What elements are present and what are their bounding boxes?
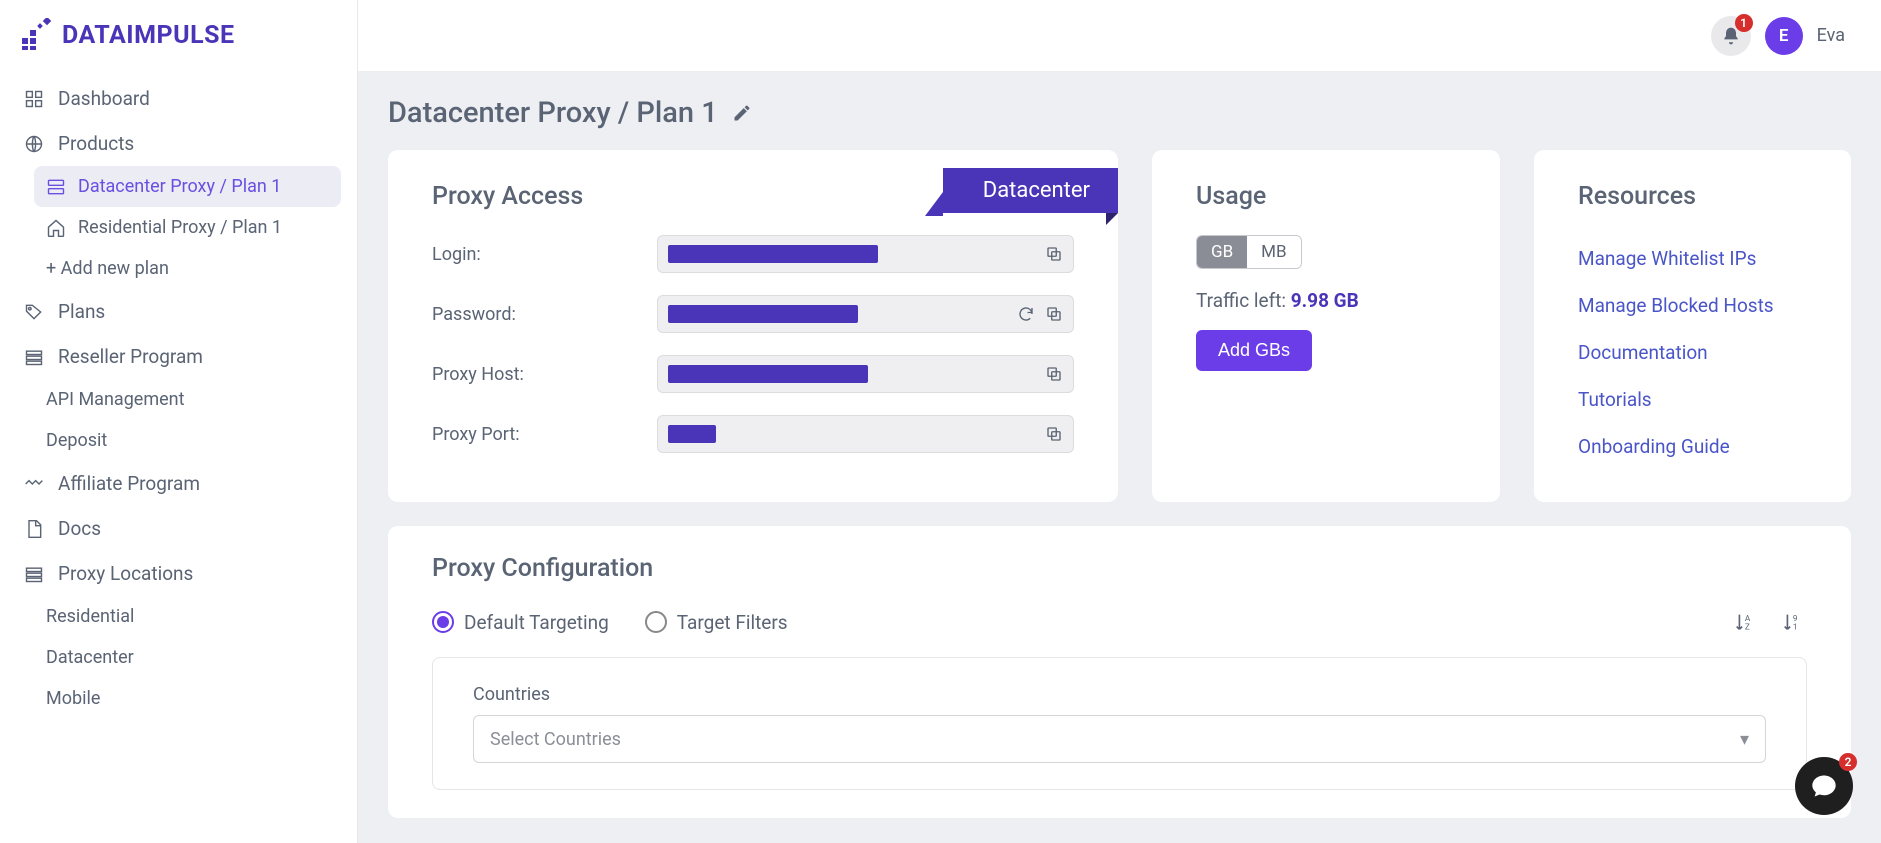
resources-card: Resources Manage Whitelist IPs Manage Bl… (1534, 150, 1851, 502)
server-icon (46, 177, 66, 197)
sidebar-item-datacenter-plan[interactable]: Datacenter Proxy / Plan 1 (34, 166, 341, 207)
caret-down-icon: ▾ (1740, 729, 1749, 750)
sidebar-item-residential-plan[interactable]: Residential Proxy / Plan 1 (34, 207, 341, 248)
proxy-config-title: Proxy Configuration (432, 554, 1807, 583)
edit-title-button[interactable] (732, 103, 752, 123)
port-field (657, 415, 1074, 453)
login-label: Login: (432, 244, 657, 265)
chat-badge: 2 (1839, 753, 1857, 771)
unit-toggle: GB MB (1196, 235, 1302, 269)
notifications-button[interactable]: 1 (1711, 16, 1751, 56)
regenerate-password-button[interactable] (1017, 305, 1035, 323)
login-value-redacted (668, 245, 878, 263)
unit-gb-button[interactable]: GB (1197, 236, 1247, 268)
sidebar-item-loc-mobile[interactable]: Mobile (34, 678, 341, 719)
host-value-redacted (668, 365, 868, 383)
tag-icon (24, 302, 44, 322)
resource-onboarding-link[interactable]: Onboarding Guide (1578, 423, 1807, 470)
sidebar-item-plans[interactable]: Plans (16, 289, 341, 334)
sidebar-item-docs[interactable]: Docs (16, 506, 341, 551)
password-value-redacted (668, 305, 858, 323)
svg-text:1: 1 (1793, 622, 1798, 632)
sidebar: DATAIMPULSE Dashboard Products Datacente… (0, 0, 358, 843)
chat-icon (1810, 772, 1838, 800)
countries-placeholder: Select Countries (490, 729, 621, 750)
radio-selected-icon (432, 611, 454, 633)
file-icon (24, 519, 44, 539)
password-field (657, 295, 1074, 333)
target-filters-radio[interactable]: Target Filters (645, 611, 788, 634)
page-title: Datacenter Proxy / Plan 1 (388, 96, 718, 130)
sidebar-item-affiliate[interactable]: Affiliate Program (16, 461, 341, 506)
usage-title: Usage (1196, 182, 1456, 211)
unit-mb-button[interactable]: MB (1247, 236, 1300, 268)
copy-login-button[interactable] (1045, 245, 1063, 263)
sidebar-item-dashboard[interactable]: Dashboard (16, 76, 341, 121)
chat-button[interactable]: 2 (1795, 757, 1853, 815)
copy-host-button[interactable] (1045, 365, 1063, 383)
sidebar-item-locations[interactable]: Proxy Locations (16, 551, 341, 596)
svg-text:Z: Z (1745, 622, 1750, 632)
copy-port-button[interactable] (1045, 425, 1063, 443)
sort-91-icon: 91 (1781, 611, 1803, 633)
traffic-left: Traffic left: 9.98 GB (1196, 289, 1456, 312)
copy-password-button[interactable] (1045, 305, 1063, 323)
resource-blocked-link[interactable]: Manage Blocked Hosts (1578, 282, 1807, 329)
port-value-redacted (668, 425, 716, 443)
usage-card: Usage GB MB Traffic left: 9.98 GB Add GB… (1152, 150, 1500, 502)
topbar: 1 E Eva (358, 0, 1881, 72)
proxy-config-card: Proxy Configuration Default Targeting Ta… (388, 526, 1851, 818)
stack-icon (24, 347, 44, 367)
pencil-icon (732, 103, 752, 123)
sort-alpha-button[interactable]: AZ (1729, 607, 1759, 637)
host-label: Proxy Host: (432, 364, 657, 385)
host-field (657, 355, 1074, 393)
user-avatar[interactable]: E (1765, 17, 1803, 55)
brand-logo[interactable]: DATAIMPULSE (16, 12, 341, 76)
notification-badge: 1 (1735, 14, 1753, 32)
sidebar-item-add-plan[interactable]: + Add new plan (34, 248, 341, 289)
sidebar-item-api-management[interactable]: API Management (34, 379, 341, 420)
countries-label: Countries (473, 684, 1766, 705)
add-gbs-button[interactable]: Add GBs (1196, 330, 1312, 371)
globe-icon (24, 134, 44, 154)
sidebar-item-products[interactable]: Products (16, 121, 341, 166)
password-label: Password: (432, 304, 657, 325)
username-label: Eva (1817, 25, 1845, 46)
traffic-value: 9.98 GB (1291, 289, 1359, 312)
plan-type-ribbon: Datacenter (943, 168, 1118, 213)
sort-az-icon: AZ (1733, 611, 1755, 633)
sidebar-item-deposit[interactable]: Deposit (34, 420, 341, 461)
resource-documentation-link[interactable]: Documentation (1578, 329, 1807, 376)
countries-select[interactable]: Select Countries ▾ (473, 715, 1766, 763)
logo-icon (20, 18, 54, 52)
home-icon (46, 218, 66, 238)
resource-whitelist-link[interactable]: Manage Whitelist IPs (1578, 235, 1807, 282)
default-targeting-radio[interactable]: Default Targeting (432, 611, 609, 634)
brand-name: DATAIMPULSE (62, 21, 235, 50)
proxy-access-card: Datacenter Proxy Access Login: Password: (388, 150, 1118, 502)
sidebar-item-loc-datacenter[interactable]: Datacenter (34, 637, 341, 678)
handshake-icon (24, 474, 44, 494)
resources-title: Resources (1578, 182, 1807, 211)
stack-icon (24, 564, 44, 584)
sidebar-item-loc-residential[interactable]: Residential (34, 596, 341, 637)
resource-tutorials-link[interactable]: Tutorials (1578, 376, 1807, 423)
port-label: Proxy Port: (432, 424, 657, 445)
sort-numeric-button[interactable]: 91 (1777, 607, 1807, 637)
radio-unselected-icon (645, 611, 667, 633)
login-field (657, 235, 1074, 273)
grid-icon (24, 89, 44, 109)
sidebar-item-reseller[interactable]: Reseller Program (16, 334, 341, 379)
